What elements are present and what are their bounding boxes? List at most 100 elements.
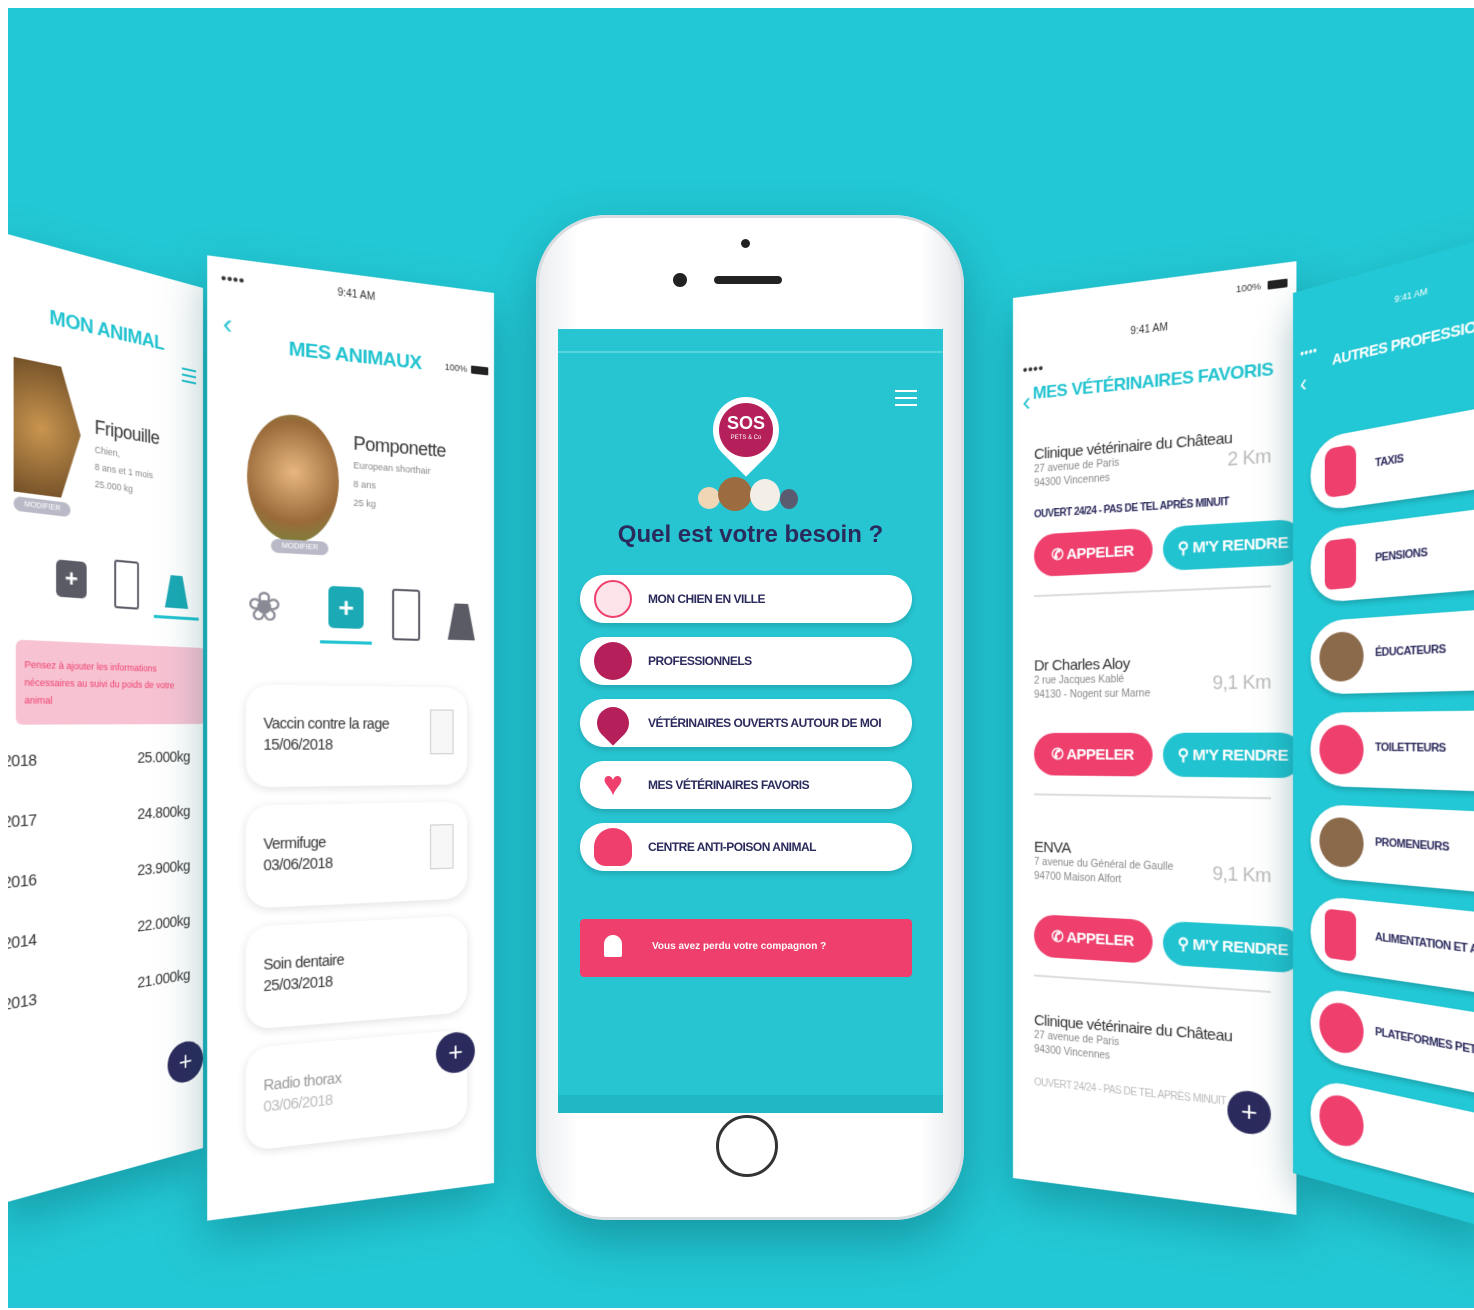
record-card[interactable]: Radio thorax 03/06/2018: [245, 1029, 468, 1152]
pro-item-taxis[interactable]: TAXIS: [1310, 402, 1474, 513]
record-card[interactable]: Vermifuge 03/06/2018: [245, 801, 468, 909]
menu-icon[interactable]: [181, 363, 197, 388]
signal-icon: ●●●●: [1299, 345, 1318, 359]
menu-icon[interactable]: [895, 385, 917, 411]
pro-item-pensions[interactable]: PENSIONS: [1310, 505, 1474, 604]
suitcase-icon: [1324, 537, 1357, 591]
vet-card[interactable]: ENVA 7 avenue du Général de Gaulle 94700…: [1034, 839, 1297, 994]
clipboard-icon[interactable]: [114, 559, 139, 610]
directions-button[interactable]: ⚲ M'Y RENDRE: [1162, 732, 1297, 779]
add-button[interactable]: +: [167, 1038, 203, 1087]
vet-distance: 9,1 Km: [1212, 862, 1271, 887]
screen-mon-animal: MON ANIMAL MODIFIER Fripouille Chien, 8 …: [8, 232, 203, 1204]
pro-item-promeneurs[interactable]: PROMENEURS: [1310, 803, 1474, 895]
document-icon: [430, 709, 454, 755]
vet-location-icon: [590, 700, 636, 746]
pro-item-alimentation[interactable]: ALIMENTATION ET ACCESS: [1310, 894, 1474, 998]
call-button[interactable]: ✆ APPELER: [1034, 914, 1153, 964]
paw-icon[interactable]: ❀: [247, 582, 282, 631]
weight-row: 2014 22.000kg: [8, 911, 190, 954]
background: MON ANIMAL MODIFIER Fripouille Chien, 8 …: [8, 8, 1474, 1308]
back-chevron-icon[interactable]: ‹: [223, 307, 233, 342]
pets-illustration: [698, 477, 802, 513]
pet-photo: [14, 357, 81, 500]
phone-screen: SOS PETS & Co Quel est votre besoin ? MO…: [558, 329, 943, 1113]
record-card[interactable]: Vaccin contre la rage 15/06/2018: [245, 684, 468, 788]
edit-badge[interactable]: MODIFIER: [270, 538, 329, 556]
pet-name: Fripouille: [94, 416, 160, 449]
camera-lens: [673, 273, 687, 287]
logo-text: SOS: [726, 413, 765, 433]
back-chevron-icon[interactable]: ‹: [1300, 370, 1307, 400]
speaker-grille: [714, 276, 782, 284]
tab-underline: [153, 614, 199, 621]
call-button[interactable]: ✆ APPELER: [1034, 732, 1153, 777]
weight-row: 2017 24.800kg: [8, 802, 190, 832]
house-icon: [1319, 1090, 1364, 1152]
graduate-dog-icon: [1319, 630, 1364, 683]
sos-logo: SOS PETS & Co: [699, 383, 793, 477]
status-bar: [558, 351, 943, 353]
weight-icon[interactable]: [165, 575, 188, 609]
menu-item-favorite-vets[interactable]: ♥ MES VÉTÉRINAIRES FAVORIS: [580, 761, 912, 809]
menu-item-anti-poison[interactable]: CENTRE ANTI-POISON ANIMAL: [580, 823, 912, 871]
status-time: 9:41 AM: [1130, 321, 1169, 338]
pet-species: Chien,: [94, 444, 121, 459]
pet-age: 8 ans et 1 mois: [94, 461, 153, 481]
phone-device: SOS PETS & Co Quel est votre besoin ? MO…: [536, 215, 964, 1220]
call-button[interactable]: ✆ APPELER: [1034, 527, 1153, 578]
clipboard-icon[interactable]: [392, 588, 421, 641]
tab-underline: [320, 640, 372, 645]
bottom-bar: [558, 1095, 943, 1113]
headline: Quel est votre besoin ?: [617, 521, 884, 548]
food-bag-icon: [1324, 908, 1357, 962]
edit-badge[interactable]: MODIFIER: [13, 495, 71, 518]
pet-breed: European shorthair: [353, 459, 431, 477]
screen-veterinaires-favoris: ●●●● 9:41 AM 100% ‹ MES VÉTÉRINAIRES FAV…: [1013, 261, 1297, 1215]
page-title: AUTRES PROFESSIONNE: [1332, 309, 1474, 370]
medical-kit-icon[interactable]: +: [56, 559, 87, 599]
directions-button[interactable]: ⚲ M'Y RENDRE: [1162, 518, 1297, 571]
weight-icon[interactable]: [448, 603, 475, 640]
weight-alert: Pensez à ajouter les informations nécess…: [15, 639, 203, 725]
screen-mes-animaux: ●●●● 9:41 AM 100% ‹ MES ANIMAUX MODIFIER…: [207, 255, 494, 1221]
battery-icon: [471, 365, 489, 376]
status-time: 9:41 AM: [337, 287, 376, 304]
logo-subtext: PETS & Co: [730, 435, 762, 441]
taxi-icon: [1324, 443, 1357, 499]
pet-age: 8 ans: [353, 478, 376, 491]
lost-pet-button[interactable]: Vous avez perdu votre compagnon ?: [580, 919, 912, 977]
pro-item-toiletteurs[interactable]: TOILETTEURS: [1310, 710, 1474, 793]
pro-item-more[interactable]: [1310, 1076, 1474, 1203]
vet-card[interactable]: Clinique vétérinaire du Château 27 avenu…: [1034, 426, 1297, 598]
back-chevron-icon[interactable]: ‹: [1023, 386, 1031, 418]
vet-distance: 9,1 Km: [1212, 671, 1271, 694]
weight-row: 2018 25.000kg: [8, 748, 190, 772]
menu-item-city-dog[interactable]: MON CHIEN EN VILLE: [580, 575, 912, 623]
city-dog-icon: [594, 580, 632, 618]
directions-button[interactable]: ⚲ M'Y RENDRE: [1162, 920, 1297, 974]
record-card[interactable]: Soin dentaire 25/03/2018: [245, 915, 468, 1030]
skull-icon: [594, 828, 632, 866]
pet-weight: 25.000 kg: [94, 478, 133, 495]
home-button[interactable]: [716, 1115, 778, 1177]
medical-kit-icon[interactable]: +: [328, 585, 364, 629]
vet-card[interactable]: Dr Charles Aloy 2 rue Jacques Kablé 9413…: [1034, 652, 1297, 800]
vet-hours-note: OUVERT 24/24 - PAS DE TEL APRÈS MINUIT: [1034, 496, 1229, 521]
pet-weight: 25 kg: [353, 497, 376, 510]
paw-badge-icon: [1319, 999, 1364, 1058]
signal-icon: ●●●●: [1022, 362, 1044, 375]
menu-item-vets-nearby[interactable]: VÉTÉRINAIRES OUVERTS AUTOUR DE MOI: [580, 699, 912, 747]
screen-autres-professionnels: ●●●● 9:41 AM ‹ AUTRES PROFESSIONNE TAXIS…: [1293, 238, 1474, 1228]
page-title: MES ANIMAUX: [288, 338, 422, 375]
weight-row: 2016 23.900kg: [8, 857, 190, 893]
menu-item-professionnels[interactable]: PROFESSIONNELS: [580, 637, 912, 685]
camera-dot: [741, 239, 750, 248]
walker-dog-icon: [1319, 816, 1364, 869]
professional-icon: [594, 642, 632, 680]
pro-item-educateurs[interactable]: ÉDUCATEURS: [1310, 607, 1474, 695]
lost-pet-label: Vous avez perdu votre compagnon ?: [652, 941, 827, 952]
page-title: MON ANIMAL: [49, 306, 165, 356]
divider: [1034, 793, 1271, 800]
divider: [1034, 974, 1271, 994]
